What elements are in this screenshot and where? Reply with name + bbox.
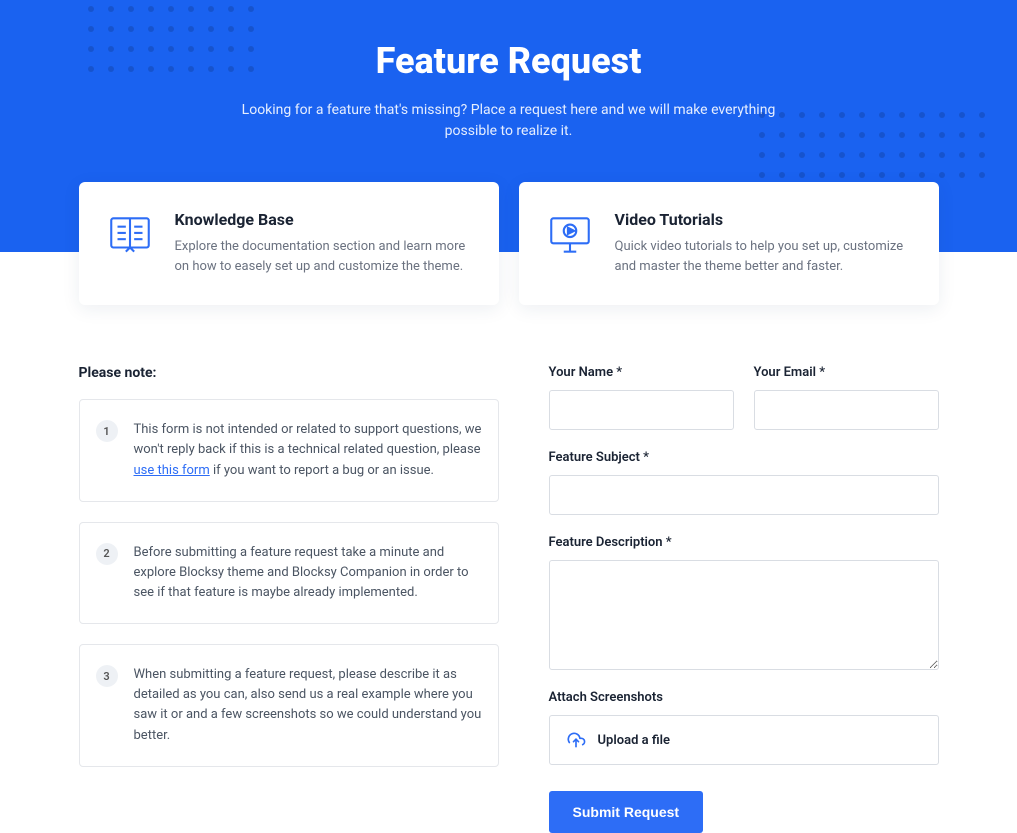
note-number: 3 xyxy=(96,665,118,687)
page-subtitle: Looking for a feature that's missing? Pl… xyxy=(239,100,779,142)
book-icon xyxy=(105,210,155,260)
decorative-dots xyxy=(759,112,985,178)
upload-label: Upload a file xyxy=(598,733,670,748)
form-column: Your Name Your Email Feature Subject Fea… xyxy=(549,365,939,833)
note-text: When submitting a feature request, pleas… xyxy=(134,665,482,746)
upload-file-button[interactable]: Upload a file xyxy=(549,715,939,765)
name-input[interactable] xyxy=(549,390,734,430)
note-number: 1 xyxy=(96,420,118,442)
description-label: Feature Description xyxy=(549,535,939,550)
knowledge-base-card[interactable]: Knowledge Base Explore the documentation… xyxy=(79,182,499,305)
use-this-form-link[interactable]: use this form xyxy=(134,463,210,478)
kb-title: Knowledge Base xyxy=(175,210,473,229)
help-cards: Knowledge Base Explore the documentation… xyxy=(79,182,939,305)
note-text: This form is not intended or related to … xyxy=(134,420,482,480)
note-item: 1 This form is not intended or related t… xyxy=(79,399,499,501)
note-item: 2 Before submitting a feature request ta… xyxy=(79,522,499,624)
notes-column: Please note: 1 This form is not intended… xyxy=(79,365,499,786)
monitor-play-icon xyxy=(545,210,595,260)
note-number: 2 xyxy=(96,543,118,565)
attach-label: Attach Screenshots xyxy=(549,690,939,705)
note-text: Before submitting a feature request take… xyxy=(134,543,482,603)
email-input[interactable] xyxy=(754,390,939,430)
video-tutorials-card[interactable]: Video Tutorials Quick video tutorials to… xyxy=(519,182,939,305)
notes-heading: Please note: xyxy=(79,365,499,381)
cloud-upload-icon xyxy=(566,730,586,750)
kb-desc: Explore the documentation section and le… xyxy=(175,237,473,277)
subject-input[interactable] xyxy=(549,475,939,515)
video-title: Video Tutorials xyxy=(615,210,913,229)
name-label: Your Name xyxy=(549,365,734,380)
decorative-dots xyxy=(88,6,254,72)
email-label: Your Email xyxy=(754,365,939,380)
subject-label: Feature Subject xyxy=(549,450,939,465)
submit-request-button[interactable]: Submit Request xyxy=(549,791,704,833)
description-textarea[interactable] xyxy=(549,560,939,670)
note-item: 3 When submitting a feature request, ple… xyxy=(79,644,499,767)
video-desc: Quick video tutorials to help you set up… xyxy=(615,237,913,277)
